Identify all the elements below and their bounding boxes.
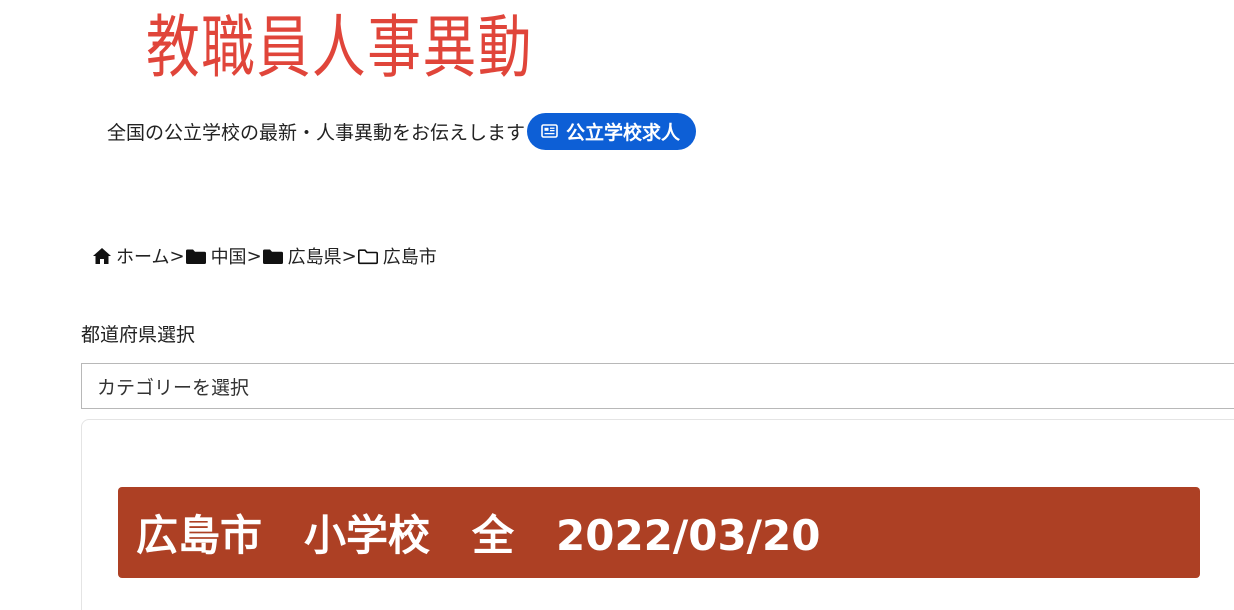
- breadcrumb-separator: >: [169, 245, 185, 267]
- public-school-jobs-label: 公立学校求人: [566, 121, 681, 144]
- prefecture-select-value: カテゴリーを選択: [97, 376, 250, 399]
- site-tagline: 全国の公立学校の最新・人事異動をお伝えします: [107, 121, 526, 144]
- breadcrumb-chugoku[interactable]: 中国: [185, 243, 247, 269]
- prefecture-select-label: 都道府県選択: [81, 324, 196, 346]
- breadcrumb-chugoku-label: 中国: [210, 247, 247, 268]
- breadcrumb-separator: >: [246, 245, 262, 267]
- newspaper-icon: [541, 124, 558, 138]
- breadcrumb-hiroshima-city: 広島市: [357, 243, 437, 269]
- breadcrumb-home-label: ホーム: [116, 247, 170, 268]
- breadcrumb: ホーム > 中国 > 広島県 > 広島市: [92, 242, 437, 270]
- header-tagline-row: 全国の公立学校の最新・人事異動をお伝えします 公立学校求人: [107, 112, 697, 150]
- breadcrumb-hiroshima-city-label: 広島市: [382, 247, 437, 268]
- prefecture-select[interactable]: カテゴリーを選択: [81, 363, 1234, 409]
- breadcrumb-hiroshima-prefecture[interactable]: 広島県: [262, 243, 342, 269]
- folder-icon: [262, 248, 284, 265]
- breadcrumb-hiroshima-prefecture-label: 広島県: [287, 247, 342, 268]
- breadcrumb-separator: >: [341, 245, 357, 267]
- site-logo[interactable]: 教職員人事異動: [146, 6, 533, 92]
- breadcrumb-home[interactable]: ホーム: [92, 243, 169, 269]
- post-title: 広島市 小学校 全 2022/03/20: [118, 487, 1200, 578]
- folder-open-icon: [357, 248, 379, 265]
- public-school-jobs-button[interactable]: 公立学校求人: [527, 112, 697, 150]
- home-icon: [92, 247, 112, 265]
- page: 教職員人事異動 全国の公立学校の最新・人事異動をお伝えします 公立学校求人 ホー…: [0, 0, 1234, 610]
- folder-icon: [185, 248, 207, 265]
